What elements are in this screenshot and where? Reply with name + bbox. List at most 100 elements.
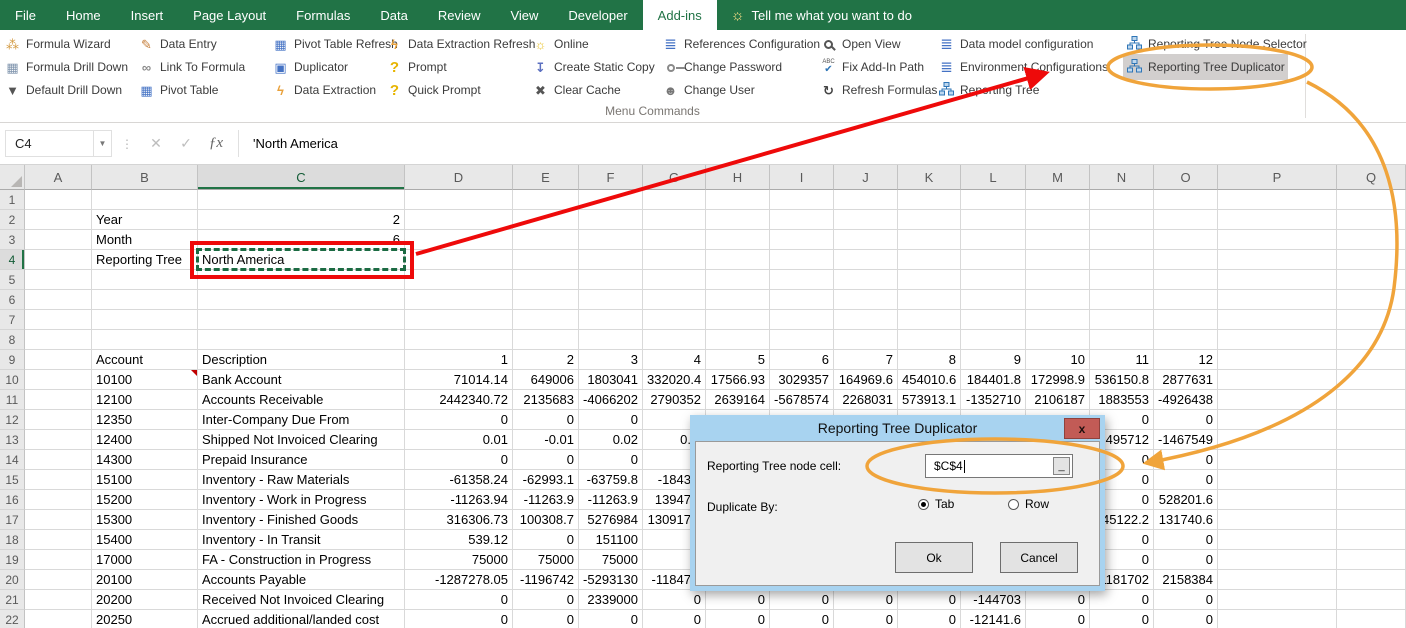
cell-L5[interactable] xyxy=(961,270,1026,290)
cell-F18[interactable]: 151100 xyxy=(579,530,643,550)
column-header-O[interactable]: O xyxy=(1154,165,1218,190)
cell-F6[interactable] xyxy=(579,290,643,310)
cell-K2[interactable] xyxy=(898,210,961,230)
cell-M2[interactable] xyxy=(1026,210,1090,230)
cell-Q17[interactable] xyxy=(1337,510,1406,530)
cell-N4[interactable] xyxy=(1090,250,1154,270)
cell-A1[interactable] xyxy=(25,190,92,210)
insert-function-button[interactable]: ƒx xyxy=(201,135,231,152)
cell-F10[interactable]: 1803041 xyxy=(579,370,643,390)
cell-G22[interactable]: 0 xyxy=(643,610,706,628)
cell-B8[interactable] xyxy=(92,330,198,350)
cell-D1[interactable] xyxy=(405,190,513,210)
cell-Q13[interactable] xyxy=(1337,430,1406,450)
cell-J22[interactable]: 0 xyxy=(834,610,898,628)
ok-button[interactable]: Ok xyxy=(895,542,973,573)
cell-O10[interactable]: 2877631 xyxy=(1154,370,1218,390)
cell-D4[interactable] xyxy=(405,250,513,270)
cell-L11[interactable]: -1352710 xyxy=(961,390,1026,410)
cell-G9[interactable]: 4 xyxy=(643,350,706,370)
cell-C13[interactable]: Shipped Not Invoiced Clearing xyxy=(198,430,405,450)
duplicator-button[interactable]: ▣Duplicator xyxy=(272,57,348,77)
cell-F20[interactable]: -5293130 xyxy=(579,570,643,590)
cell-G1[interactable] xyxy=(643,190,706,210)
cell-H4[interactable] xyxy=(706,250,770,270)
cell-P7[interactable] xyxy=(1218,310,1337,330)
cell-A6[interactable] xyxy=(25,290,92,310)
cell-D13[interactable]: 0.01 xyxy=(405,430,513,450)
cell-G11[interactable]: 2790352 xyxy=(643,390,706,410)
cell-D5[interactable] xyxy=(405,270,513,290)
cell-M6[interactable] xyxy=(1026,290,1090,310)
column-header-A[interactable]: A xyxy=(25,165,92,190)
cell-O17[interactable]: 131740.6 xyxy=(1154,510,1218,530)
dialog-close-button[interactable]: x xyxy=(1064,418,1100,439)
cell-B10[interactable]: 10100 xyxy=(92,370,198,390)
cell-J2[interactable] xyxy=(834,210,898,230)
cell-B18[interactable]: 15400 xyxy=(92,530,198,550)
cell-O1[interactable] xyxy=(1154,190,1218,210)
cell-B15[interactable]: 15100 xyxy=(92,470,198,490)
cell-C8[interactable] xyxy=(198,330,405,350)
cell-H10[interactable]: 17566.93 xyxy=(706,370,770,390)
cell-H3[interactable] xyxy=(706,230,770,250)
column-header-C[interactable]: C xyxy=(198,165,405,190)
cell-O9[interactable]: 12 xyxy=(1154,350,1218,370)
cell-C2[interactable]: 2 xyxy=(198,210,405,230)
cell-E13[interactable]: -0.01 xyxy=(513,430,579,450)
cell-M3[interactable] xyxy=(1026,230,1090,250)
formula-drill-down-button[interactable]: ▦Formula Drill Down xyxy=(4,57,128,77)
cell-C6[interactable] xyxy=(198,290,405,310)
cell-K6[interactable] xyxy=(898,290,961,310)
cell-P18[interactable] xyxy=(1218,530,1337,550)
cell-E8[interactable] xyxy=(513,330,579,350)
cell-I22[interactable]: 0 xyxy=(770,610,834,628)
ribbon-tab-file[interactable]: File xyxy=(0,0,51,30)
row-header-17[interactable]: 17 xyxy=(0,510,25,530)
cell-G6[interactable] xyxy=(643,290,706,310)
environment-configurations-button[interactable]: ≣Environment Configurations xyxy=(938,57,1108,77)
cell-B5[interactable] xyxy=(92,270,198,290)
cell-Q10[interactable] xyxy=(1337,370,1406,390)
cell-K4[interactable] xyxy=(898,250,961,270)
create-static-copy-button[interactable]: ↧Create Static Copy xyxy=(532,57,655,77)
cell-H21[interactable]: 0 xyxy=(706,590,770,610)
cell-A3[interactable] xyxy=(25,230,92,250)
online-button[interactable]: ☼Online xyxy=(532,34,589,54)
cell-A22[interactable] xyxy=(25,610,92,628)
cell-P2[interactable] xyxy=(1218,210,1337,230)
cell-F11[interactable]: -4066202 xyxy=(579,390,643,410)
cell-K8[interactable] xyxy=(898,330,961,350)
column-header-Q[interactable]: Q xyxy=(1337,165,1406,190)
cell-F3[interactable] xyxy=(579,230,643,250)
cell-L7[interactable] xyxy=(961,310,1026,330)
cell-M5[interactable] xyxy=(1026,270,1090,290)
cell-D8[interactable] xyxy=(405,330,513,350)
cell-O5[interactable] xyxy=(1154,270,1218,290)
enter-entry-button[interactable]: ✓ xyxy=(171,135,201,152)
cell-L10[interactable]: 184401.8 xyxy=(961,370,1026,390)
cell-C16[interactable]: Inventory - Work in Progress xyxy=(198,490,405,510)
row-header-7[interactable]: 7 xyxy=(0,310,25,330)
cell-Q6[interactable] xyxy=(1337,290,1406,310)
clear-cache-button[interactable]: ✖Clear Cache xyxy=(532,80,621,100)
cell-C1[interactable] xyxy=(198,190,405,210)
row-header-18[interactable]: 18 xyxy=(0,530,25,550)
cell-N22[interactable]: 0 xyxy=(1090,610,1154,628)
cell-F9[interactable]: 3 xyxy=(579,350,643,370)
cell-N9[interactable]: 11 xyxy=(1090,350,1154,370)
cell-E19[interactable]: 75000 xyxy=(513,550,579,570)
cell-L8[interactable] xyxy=(961,330,1026,350)
cell-P20[interactable] xyxy=(1218,570,1337,590)
row-header-13[interactable]: 13 xyxy=(0,430,25,450)
cell-P21[interactable] xyxy=(1218,590,1337,610)
cell-L2[interactable] xyxy=(961,210,1026,230)
row-header-21[interactable]: 21 xyxy=(0,590,25,610)
cell-O2[interactable] xyxy=(1154,210,1218,230)
cell-E4[interactable] xyxy=(513,250,579,270)
row-header-4[interactable]: 4 xyxy=(0,250,25,270)
cell-E10[interactable]: 649006 xyxy=(513,370,579,390)
cell-K3[interactable] xyxy=(898,230,961,250)
cell-A21[interactable] xyxy=(25,590,92,610)
column-header-I[interactable]: I xyxy=(770,165,834,190)
